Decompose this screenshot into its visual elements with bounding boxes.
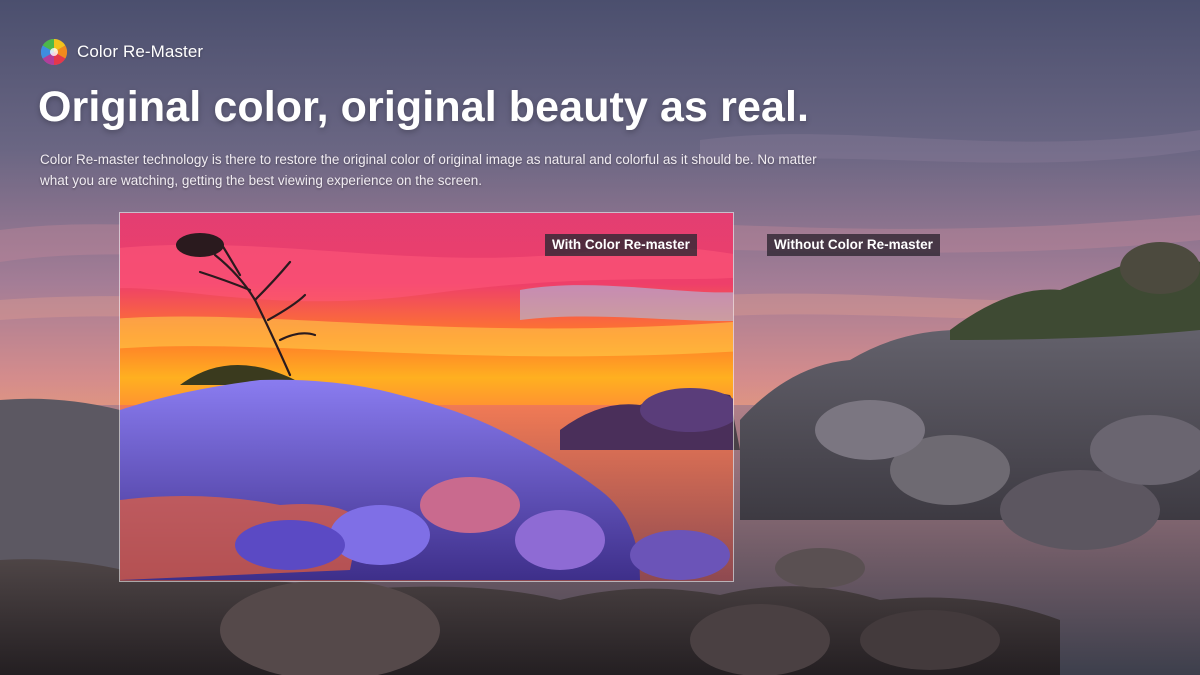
brand-header: Color Re-Master [40, 38, 203, 66]
brand-name: Color Re-Master [77, 42, 204, 61]
with-color-remaster-label: With Color Re-master [545, 234, 697, 256]
vivid-landscape [120, 213, 733, 581]
page-headline: Original color, original beauty as real. [38, 83, 810, 131]
color-remaster-comparison-frame [119, 212, 734, 582]
page-description: Color Re-master technology is there to r… [40, 152, 817, 188]
without-color-remaster-label: Without Color Re-master [767, 234, 940, 256]
rainbow-aperture-icon [40, 38, 68, 66]
hero-banner: Color Re-Master Original color, original… [0, 0, 1200, 675]
